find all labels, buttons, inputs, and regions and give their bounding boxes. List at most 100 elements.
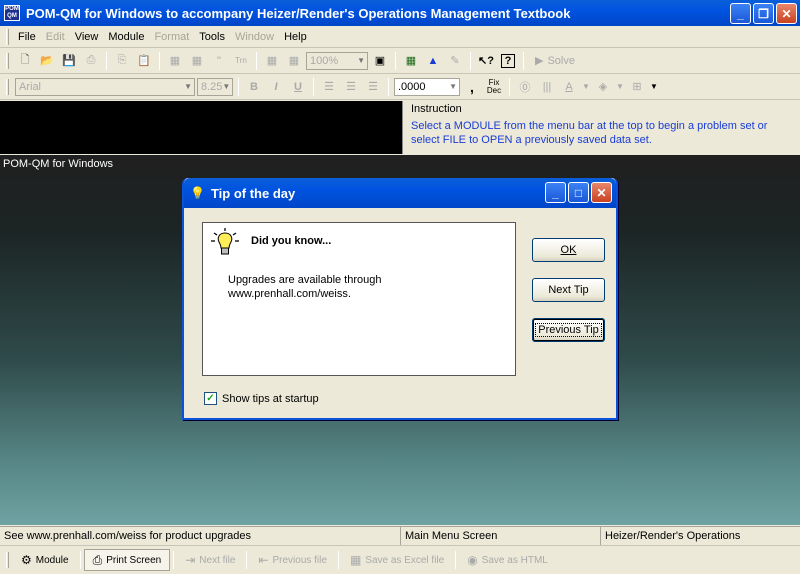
borders-button[interactable]: ⊞ [627, 77, 647, 97]
underline-button[interactable]: U [288, 77, 308, 97]
next-tip-button[interactable]: Next Tip [532, 278, 605, 302]
show-tips-row[interactable]: ✓ Show tips at startup [204, 392, 319, 405]
font-color-dropdown[interactable]: ▼ [581, 77, 591, 97]
borders-dropdown[interactable]: ▼ [649, 77, 659, 97]
align-center-button[interactable]: ☰ [341, 77, 361, 97]
separator [313, 77, 314, 96]
menu-grip [6, 28, 9, 45]
new-file-icon: 🗋 [20, 54, 30, 66]
save-button[interactable]: 💾 [59, 51, 79, 71]
menu-module[interactable]: Module [103, 29, 149, 45]
minimize-icon: _ [737, 6, 744, 21]
previous-tip-label: Previous Tip [535, 323, 602, 337]
table-button[interactable]: ▦ [262, 51, 282, 71]
spreadsheet-button[interactable]: ▦ [401, 51, 421, 71]
align-left-icon: ☰ [324, 81, 334, 93]
open-file-button[interactable]: 📂 [37, 51, 57, 71]
menu-window[interactable]: Window [230, 29, 279, 45]
title-bar: POM QM POM-QM for Windows to accompany H… [0, 0, 800, 26]
separator [388, 77, 389, 96]
chevron-down-icon: ▼ [222, 82, 231, 91]
menu-view[interactable]: View [70, 29, 104, 45]
italic-button[interactable]: I [266, 77, 286, 97]
ok-button[interactable]: OK [532, 238, 605, 262]
table2-button[interactable]: ▦ [284, 51, 304, 71]
full-screen-button[interactable]: ▣ [370, 51, 390, 71]
dialog-minimize-button[interactable]: _ [545, 182, 566, 203]
close-button[interactable]: ✕ [776, 3, 797, 24]
annotation-button[interactable]: ✎ [445, 51, 465, 71]
minimize-button[interactable]: _ [730, 3, 751, 24]
insert-columns-button[interactable]: ▦ [187, 51, 207, 71]
print-screen-button[interactable]: ⎙ Print Screen [83, 549, 171, 571]
status-message: See www.prenhall.com/weiss for product u… [0, 527, 401, 545]
previous-tip-button[interactable]: Previous Tip [532, 318, 605, 342]
separator [509, 77, 510, 96]
font-name-value: Arial [19, 80, 42, 93]
font-name-select[interactable]: Arial ▼ [15, 77, 195, 96]
menu-format[interactable]: Format [149, 29, 194, 45]
next-file-icon: ⇥ [185, 553, 196, 567]
paste-button[interactable]: 📋 [134, 51, 154, 71]
save-excel-button[interactable]: ▦ Save as Excel file [342, 549, 452, 571]
align-left-button[interactable]: ☰ [319, 77, 339, 97]
excel-icon: ▦ [349, 553, 362, 567]
font-color-button[interactable]: A [559, 77, 579, 97]
trim-icon: Trn [235, 56, 247, 65]
solve-button[interactable]: ▶ Solve [529, 54, 581, 68]
fill-color-dropdown[interactable]: ▼ [615, 77, 625, 97]
restore-button[interactable]: ❐ [753, 3, 774, 24]
context-help-button[interactable]: ↖? [476, 51, 496, 71]
close-icon: ✕ [781, 6, 792, 21]
zoom-select[interactable]: 100% ▼ [306, 51, 368, 70]
fix-decimal-button[interactable]: Fix Dec [484, 77, 504, 97]
comma-button[interactable]: , [462, 77, 482, 97]
quote-button[interactable]: " [209, 51, 229, 71]
align-right-button[interactable]: ☰ [363, 77, 383, 97]
fill-color-button[interactable]: ◈ [593, 77, 613, 97]
separator [395, 51, 396, 70]
font-size-select[interactable]: 8.25 ▼ [197, 77, 233, 96]
dialog-close-button[interactable]: ✕ [591, 182, 612, 203]
ok-label: OK [560, 244, 577, 256]
menu-tools[interactable]: Tools [194, 29, 230, 45]
status-screen: Main Menu Screen [401, 527, 601, 545]
copy-button[interactable]: ⎘ [112, 51, 132, 71]
new-file-button[interactable]: 🗋 [15, 51, 35, 71]
show-tips-checkbox[interactable]: ✓ [204, 392, 217, 405]
separator [106, 51, 107, 70]
tip-heading: Did you know... [251, 235, 332, 247]
insert-rows-button[interactable]: ▦ [165, 51, 185, 71]
menu-help[interactable]: Help [279, 29, 312, 45]
previous-file-button[interactable]: ⇤ Previous file [250, 549, 335, 571]
separator [470, 51, 471, 70]
print-button[interactable]: ⎙ [81, 51, 101, 71]
table-icon: ▦ [288, 55, 300, 67]
instruction-text: Select a MODULE from the menu bar at the… [411, 120, 768, 146]
column-width-button[interactable]: ||| [537, 77, 557, 97]
menu-file[interactable]: File [13, 29, 41, 45]
trim-button[interactable]: Trn [231, 51, 251, 71]
zero-button[interactable]: ⓪ [515, 77, 535, 97]
menu-edit[interactable]: Edit [41, 29, 70, 45]
data-area-dark [0, 101, 402, 154]
separator [79, 551, 81, 569]
help-pointer-icon: ↖? [478, 55, 494, 67]
module-button[interactable]: ⚙ Module [13, 549, 77, 571]
module-label: Module [35, 554, 69, 566]
decimal-format-select[interactable]: .0000 ▼ [394, 77, 460, 96]
play-icon: ▶ [535, 55, 544, 67]
save-html-button[interactable]: ◉ Save as HTML [459, 549, 556, 571]
normal-distribution-button[interactable]: ▲ [423, 51, 443, 71]
help-button[interactable]: ? [498, 51, 518, 71]
next-file-button[interactable]: ⇥ Next file [177, 549, 243, 571]
print-screen-label: Print Screen [106, 554, 162, 566]
chevron-down-icon: ▼ [650, 82, 658, 91]
instruction-label: Instruction [411, 103, 462, 115]
chevron-down-icon: ▼ [357, 56, 365, 65]
monitor-icon: ▣ [374, 55, 386, 67]
grid-icon: ▦ [191, 55, 203, 67]
dialog-maximize-button[interactable]: □ [568, 182, 589, 203]
bold-button[interactable]: B [244, 77, 264, 97]
align-right-icon: ☰ [368, 81, 378, 93]
